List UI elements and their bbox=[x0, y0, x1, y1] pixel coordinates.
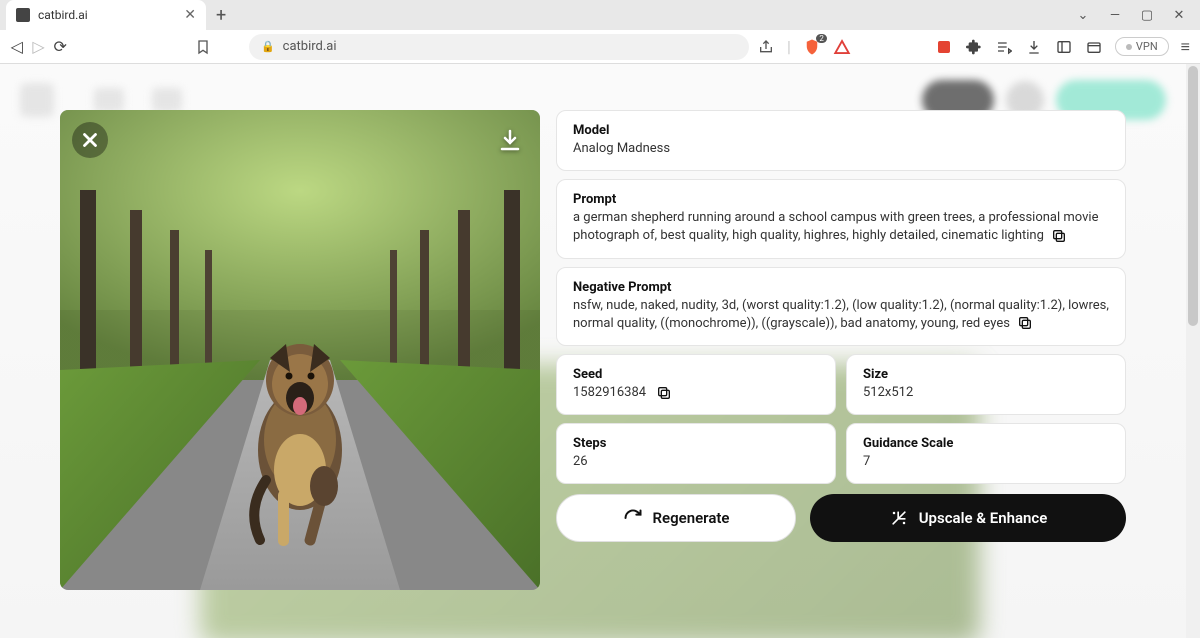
copy-seed-button[interactable] bbox=[656, 385, 672, 401]
download-icon bbox=[498, 128, 522, 152]
refresh-icon bbox=[623, 508, 643, 528]
guidance-label: Guidance Scale bbox=[863, 436, 1109, 451]
close-icon bbox=[79, 129, 101, 151]
todoist-icon[interactable] bbox=[935, 38, 953, 56]
download-image-button[interactable] bbox=[492, 122, 528, 158]
size-card: Size 512x512 bbox=[846, 354, 1126, 415]
steps-card: Steps 26 bbox=[556, 423, 836, 484]
seed-card: Seed 1582916384 bbox=[556, 354, 836, 415]
model-label: Model bbox=[573, 123, 1109, 138]
copy-negative-button[interactable] bbox=[1017, 315, 1033, 331]
browser-tab[interactable]: catbird.ai ✕ bbox=[6, 0, 206, 30]
upscale-button[interactable]: Upscale & Enhance bbox=[810, 494, 1126, 542]
seed-label: Seed bbox=[573, 367, 819, 382]
sidebar-icon[interactable] bbox=[1055, 38, 1073, 56]
tab-title: catbird.ai bbox=[38, 8, 176, 22]
image-details-modal: Model Analog Madness Prompt a german she… bbox=[60, 110, 1126, 590]
new-tab-button[interactable]: + bbox=[216, 5, 226, 26]
browser-toolbar: ◁ ▷ ⟳ 🔒 catbird.ai | bbox=[0, 30, 1200, 64]
reload-button[interactable]: ⟳ bbox=[53, 36, 67, 58]
brave-triangle-icon[interactable] bbox=[833, 38, 851, 56]
negative-prompt-card: Negative Prompt nsfw, nude, naked, nudit… bbox=[556, 267, 1126, 346]
share-icon[interactable] bbox=[757, 38, 775, 56]
chevron-down-icon[interactable]: ⌄ bbox=[1076, 8, 1090, 23]
window-controls: ⌄ — ▢ ✕ bbox=[1076, 8, 1200, 23]
lock-icon: 🔒 bbox=[261, 40, 275, 53]
regenerate-button[interactable]: Regenerate bbox=[556, 494, 796, 542]
negative-value: nsfw, nude, naked, nudity, 3d, (worst qu… bbox=[573, 297, 1109, 333]
guidance-value: 7 bbox=[863, 453, 1109, 471]
brave-shield-icon[interactable] bbox=[803, 38, 821, 56]
copy-icon bbox=[1051, 228, 1067, 244]
scrollbar[interactable] bbox=[1186, 64, 1200, 638]
prompt-card: Prompt a german shepherd running around … bbox=[556, 179, 1126, 258]
size-label: Size bbox=[863, 367, 1109, 382]
negative-label: Negative Prompt bbox=[573, 280, 1109, 295]
tab-favicon bbox=[16, 8, 30, 22]
prompt-text: a german shepherd running around a schoo… bbox=[573, 210, 1098, 243]
generated-image-panel bbox=[60, 110, 540, 590]
generated-image bbox=[60, 110, 540, 590]
url-text: catbird.ai bbox=[283, 39, 337, 54]
scroll-thumb[interactable] bbox=[1188, 66, 1198, 326]
browser-titlebar: catbird.ai ✕ + ⌄ — ▢ ✕ bbox=[0, 0, 1200, 30]
playlist-icon[interactable] bbox=[995, 38, 1013, 56]
steps-value: 26 bbox=[573, 453, 819, 471]
forward-button: ▷ bbox=[32, 36, 46, 58]
download-icon[interactable] bbox=[1025, 38, 1043, 56]
wallet-icon[interactable] bbox=[1085, 38, 1103, 56]
minimize-icon[interactable]: — bbox=[1108, 8, 1122, 23]
maximize-icon[interactable]: ▢ bbox=[1140, 8, 1154, 23]
regenerate-label: Regenerate bbox=[653, 509, 730, 527]
size-value: 512x512 bbox=[863, 384, 1109, 402]
bookmark-icon[interactable] bbox=[195, 36, 211, 58]
prompt-value: a german shepherd running around a schoo… bbox=[573, 209, 1109, 245]
tab-close-icon[interactable]: ✕ bbox=[184, 7, 196, 23]
menu-icon[interactable]: ≡ bbox=[1181, 37, 1190, 57]
seed-value: 1582916384 bbox=[573, 384, 646, 402]
copy-icon bbox=[656, 385, 672, 401]
vpn-status-dot bbox=[1126, 44, 1132, 50]
prompt-label: Prompt bbox=[573, 192, 1109, 207]
upscale-label: Upscale & Enhance bbox=[919, 509, 1048, 527]
close-window-icon[interactable]: ✕ bbox=[1172, 8, 1186, 23]
vpn-button[interactable]: VPN bbox=[1115, 37, 1169, 56]
details-panel: Model Analog Madness Prompt a german she… bbox=[556, 110, 1126, 590]
copy-icon bbox=[1017, 315, 1033, 331]
extensions-icon[interactable] bbox=[965, 38, 983, 56]
page-content: Model Analog Madness Prompt a german she… bbox=[0, 64, 1200, 638]
sparkle-arrow-icon bbox=[889, 508, 909, 528]
close-modal-button[interactable] bbox=[72, 122, 108, 158]
address-bar[interactable]: 🔒 catbird.ai bbox=[249, 34, 749, 60]
copy-prompt-button[interactable] bbox=[1051, 228, 1067, 244]
vpn-label: VPN bbox=[1136, 40, 1158, 53]
guidance-card: Guidance Scale 7 bbox=[846, 423, 1126, 484]
model-value: Analog Madness bbox=[573, 140, 1109, 158]
model-card: Model Analog Madness bbox=[556, 110, 1126, 171]
steps-label: Steps bbox=[573, 436, 819, 451]
back-button[interactable]: ◁ bbox=[10, 36, 24, 58]
